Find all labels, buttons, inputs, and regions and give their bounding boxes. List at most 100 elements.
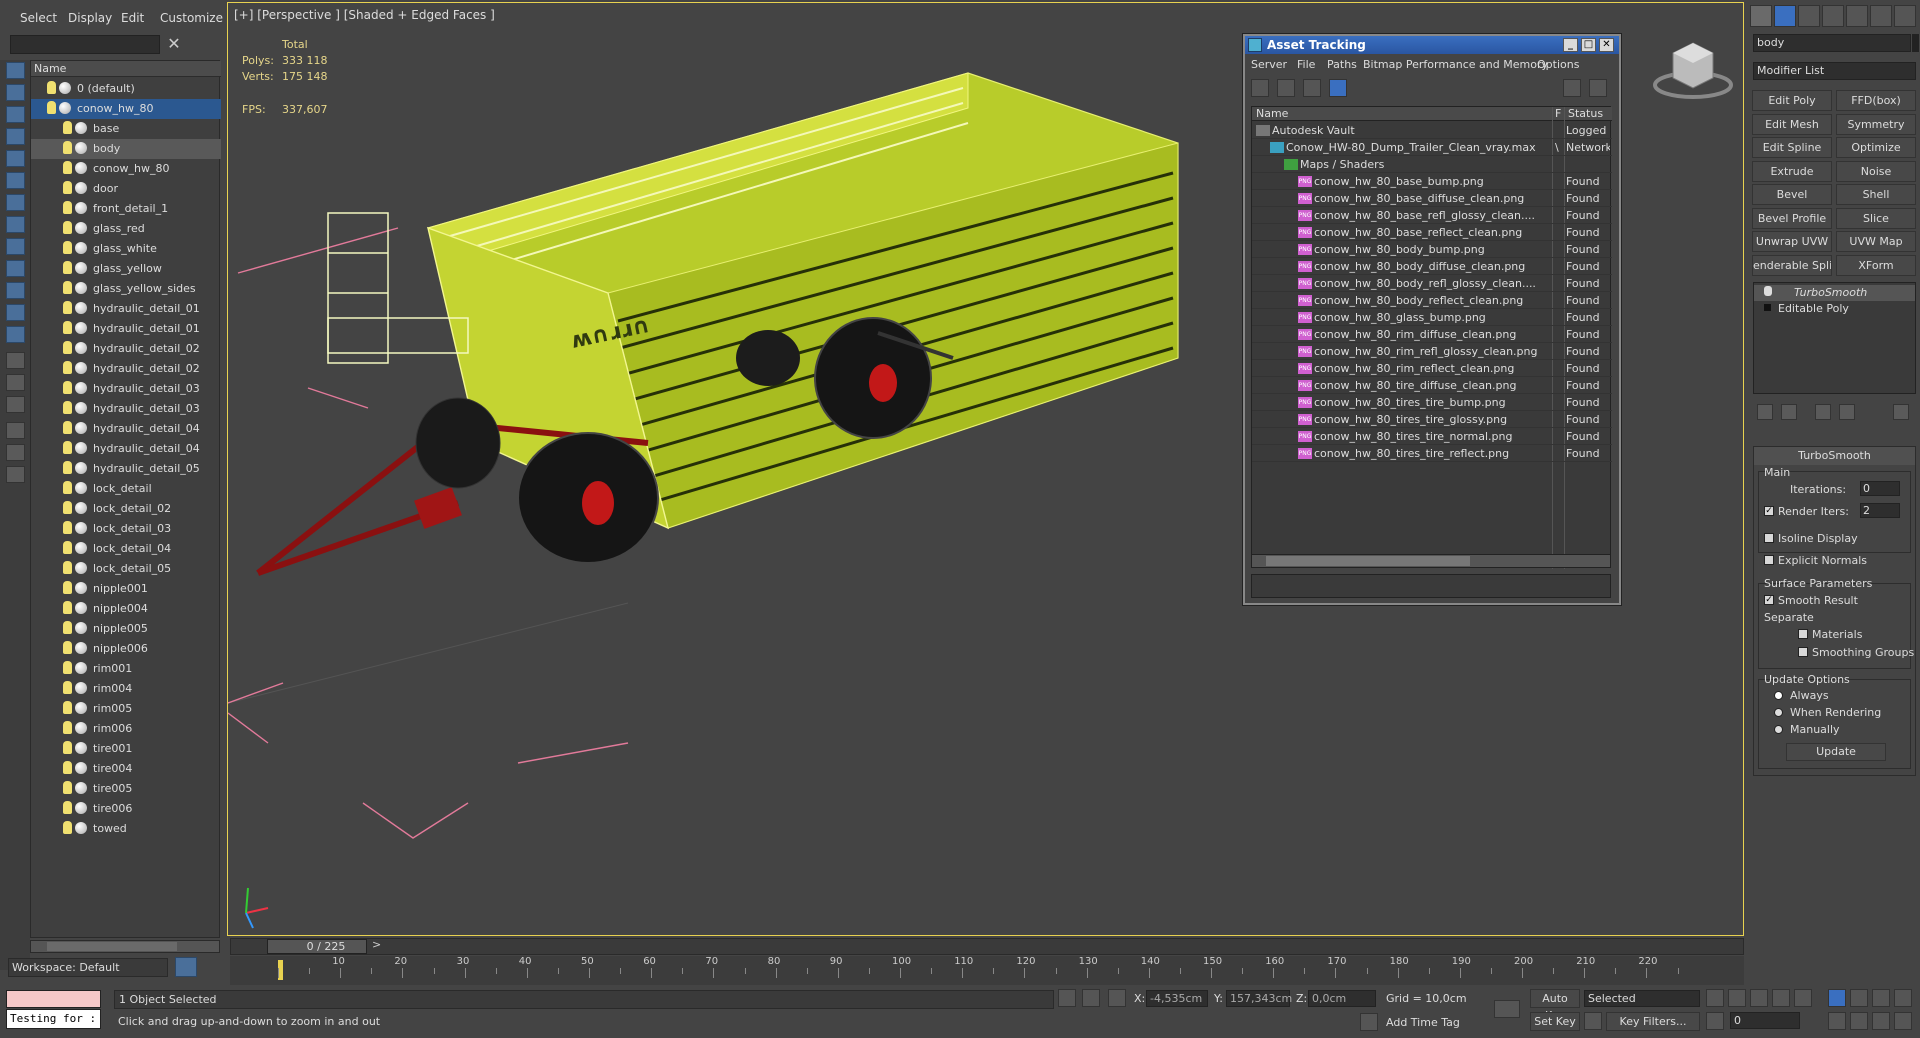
explorer-item[interactable]: lock_detail_05: [31, 559, 221, 579]
visibility-lightbulb-icon[interactable]: [63, 381, 72, 394]
modifier-button[interactable]: Unwrap UVW: [1752, 231, 1832, 252]
display-geometry-icon[interactable]: [6, 84, 25, 101]
lock-selection-icon[interactable]: [1082, 989, 1100, 1007]
explorer-item[interactable]: tire004: [31, 759, 221, 779]
modifier-button[interactable]: Edit Spline: [1752, 137, 1832, 158]
show-end-result-icon[interactable]: [1781, 404, 1797, 420]
visibility-lightbulb-icon[interactable]: [47, 81, 56, 94]
explorer-item[interactable]: hydraulic_detail_04: [31, 439, 221, 459]
display-hidden-icon[interactable]: [6, 326, 25, 343]
set-keys-key-icon[interactable]: [1494, 1000, 1520, 1018]
minimize-button[interactable]: _: [1563, 38, 1578, 52]
explorer-item[interactable]: towed: [31, 819, 221, 839]
smoothing-groups-checkbox[interactable]: [1798, 647, 1808, 657]
zoom-icon[interactable]: [1828, 989, 1846, 1007]
find-icon[interactable]: [6, 444, 25, 461]
display-helpers-icon[interactable]: [6, 172, 25, 189]
modifier-button[interactable]: Bevel: [1752, 184, 1832, 205]
explorer-scrollbar[interactable]: [30, 940, 220, 953]
explorer-item[interactable]: tire006: [31, 799, 221, 819]
visibility-lightbulb-icon[interactable]: [63, 281, 72, 294]
play-icon[interactable]: [1750, 989, 1768, 1007]
asset-row[interactable]: PNG conow_hw_80_body_refl_glossy_clean...…: [1252, 275, 1612, 292]
asset-path-field[interactable]: [1251, 574, 1611, 598]
visibility-lightbulb-icon[interactable]: [63, 501, 72, 514]
explorer-item[interactable]: glass_white: [31, 239, 221, 259]
explorer-item[interactable]: rim005: [31, 699, 221, 719]
scroll-thumb[interactable]: [1266, 556, 1470, 566]
menu-display[interactable]: Display: [68, 11, 112, 25]
iterations-spinner[interactable]: 0: [1860, 481, 1900, 496]
modifier-button[interactable]: Shell: [1836, 184, 1916, 205]
stack-item-turbosmooth[interactable]: TurboSmooth: [1754, 285, 1915, 301]
modifier-button[interactable]: Slice: [1836, 207, 1916, 229]
menu-options[interactable]: Options: [1537, 58, 1579, 71]
visibility-lightbulb-icon[interactable]: [63, 261, 72, 274]
display-shapes-icon[interactable]: [6, 106, 25, 123]
asset-row[interactable]: Conow_HW-80_Dump_Trailer_Clean_vray.max \…: [1252, 139, 1612, 156]
menu-edit[interactable]: Edit: [121, 11, 144, 25]
invert-display-icon[interactable]: [6, 396, 25, 413]
display-xrefs-icon[interactable]: [6, 238, 25, 255]
display-none-icon[interactable]: [6, 62, 25, 79]
viewcube-icon[interactable]: [1648, 33, 1738, 103]
menu-bitmap-performance[interactable]: Bitmap Performance and Memory: [1363, 58, 1548, 71]
explorer-item[interactable]: conow_hw_80: [31, 159, 221, 179]
visibility-lightbulb-icon[interactable]: [63, 681, 72, 694]
visibility-lightbulb-icon[interactable]: [63, 621, 72, 634]
field-of-view-icon[interactable]: [1828, 1012, 1846, 1030]
menu-select[interactable]: Select: [20, 11, 57, 25]
modifier-button[interactable]: Bevel Profile: [1752, 207, 1832, 229]
display-cameras-icon[interactable]: [6, 150, 25, 167]
x-coordinate-field[interactable]: -4,535cm: [1146, 990, 1208, 1007]
settings-icon[interactable]: [1589, 79, 1607, 97]
next-frame-icon[interactable]: [1772, 989, 1790, 1007]
menu-customize[interactable]: Customize: [160, 11, 223, 25]
explorer-item[interactable]: hydraulic_detail_03: [31, 379, 221, 399]
explorer-item[interactable]: lock_detail_03: [31, 519, 221, 539]
make-unique-icon[interactable]: [1815, 404, 1831, 420]
layers-icon[interactable]: [6, 466, 25, 483]
display-bones-icon[interactable]: [6, 260, 25, 277]
visibility-lightbulb-icon[interactable]: [63, 361, 72, 374]
asset-row[interactable]: PNG conow_hw_80_body_bump.png Found: [1252, 241, 1612, 258]
maxscript-listener-input[interactable]: Testing for :: [6, 1009, 101, 1029]
visibility-lightbulb-icon[interactable]: [63, 801, 72, 814]
add-time-tag[interactable]: Add Time Tag: [1386, 1016, 1460, 1029]
explorer-item[interactable]: nipple006: [31, 639, 221, 659]
asset-row[interactable]: PNG conow_hw_80_tires_tire_reflect.png Fou…: [1252, 445, 1612, 462]
visibility-lightbulb-icon[interactable]: [63, 441, 72, 454]
visibility-lightbulb-icon[interactable]: [63, 821, 72, 834]
help-icon[interactable]: [1563, 79, 1581, 97]
visibility-lightbulb-icon[interactable]: [63, 761, 72, 774]
explorer-item[interactable]: nipple005: [31, 619, 221, 639]
display-containers-icon[interactable]: [6, 282, 25, 299]
explorer-item[interactable]: hydraulic_detail_05: [31, 459, 221, 479]
visibility-lightbulb-icon[interactable]: [63, 561, 72, 574]
key-mode-toggle-icon[interactable]: [1706, 1012, 1724, 1030]
close-button[interactable]: ✕: [1599, 38, 1614, 52]
explorer-item[interactable]: lock_detail: [31, 479, 221, 499]
visibility-lightbulb-icon[interactable]: [63, 521, 72, 534]
explorer-item[interactable]: glass_red: [31, 219, 221, 239]
asset-row[interactable]: PNG conow_hw_80_tires_tire_normal.png Foun…: [1252, 428, 1612, 445]
explorer-item[interactable]: hydraulic_detail_01: [31, 299, 221, 319]
column-name[interactable]: Name: [1256, 107, 1288, 120]
visibility-lightbulb-icon[interactable]: [63, 301, 72, 314]
visibility-lightbulb-icon[interactable]: [63, 781, 72, 794]
visibility-lightbulb-icon[interactable]: [63, 641, 72, 654]
y-coordinate-field[interactable]: 157,343cm: [1226, 990, 1292, 1007]
explorer-item[interactable]: rim004: [31, 679, 221, 699]
explorer-item[interactable]: body: [31, 139, 221, 159]
display-groups-icon[interactable]: [6, 216, 25, 233]
thumbnail-view-icon[interactable]: [1303, 79, 1321, 97]
modifier-button[interactable]: Edit Mesh: [1752, 113, 1832, 135]
visibility-lightbulb-icon[interactable]: [63, 701, 72, 714]
visibility-lightbulb-icon[interactable]: [63, 601, 72, 614]
column-status[interactable]: Status: [1568, 107, 1603, 120]
zoom-extents-all-icon[interactable]: [1894, 989, 1912, 1007]
visibility-lightbulb-icon[interactable]: [63, 481, 72, 494]
asset-row[interactable]: PNG conow_hw_80_rim_refl_glossy_clean.png…: [1252, 343, 1612, 360]
zoom-extents-icon[interactable]: [1872, 989, 1890, 1007]
always-radio[interactable]: [1774, 691, 1783, 700]
